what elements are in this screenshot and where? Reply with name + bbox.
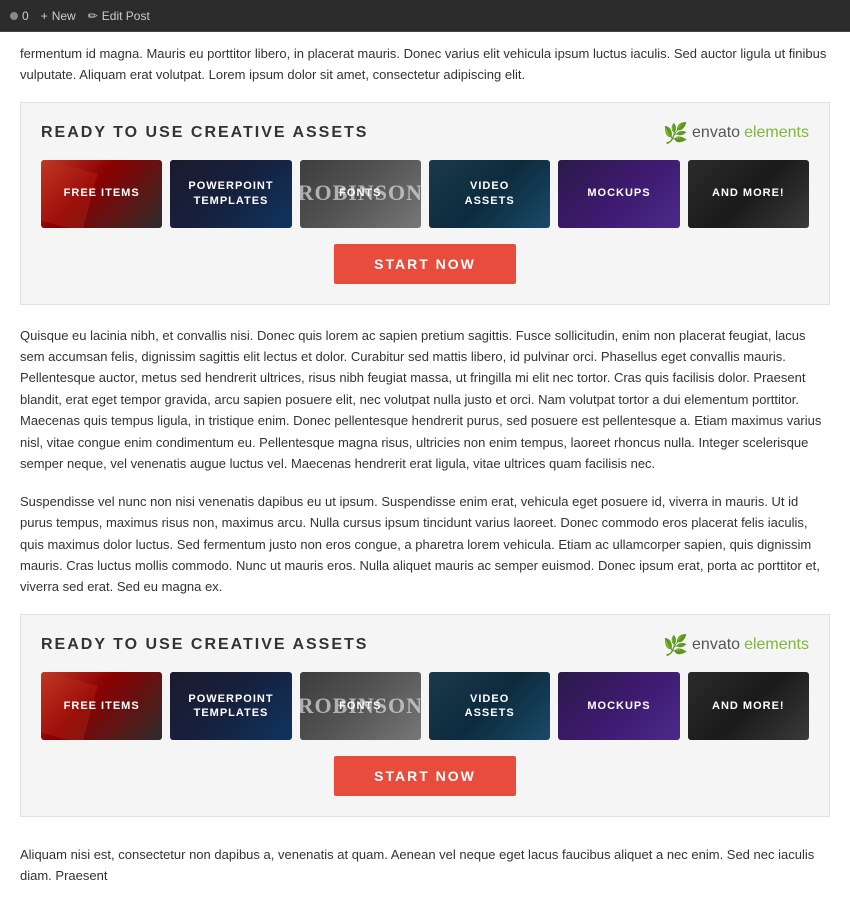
body-paragraph-2: Suspendisse vel nunc non nisi venenatis …: [20, 491, 830, 598]
content-area: fermentum id magna. Mauris eu porttitor …: [0, 32, 850, 906]
elements-text-2: elements: [744, 636, 809, 654]
card-fonts-2[interactable]: Robinson FONTS: [300, 672, 421, 740]
edit-post-button[interactable]: ✏ Edit Post: [88, 9, 150, 23]
elements-text: elements: [744, 124, 809, 142]
block1-title: READY TO USE CREATIVE ASSETS: [41, 124, 368, 142]
card-video-2[interactable]: VIDEOASSETS: [429, 672, 550, 740]
wp-dot: [10, 12, 18, 20]
creative-block-2: READY TO USE CREATIVE ASSETS 🌿 envatoele…: [20, 614, 830, 817]
card-more-1[interactable]: AND MORE!: [688, 160, 809, 228]
card-label-fonts-2: FONTS: [335, 695, 385, 717]
card-label-powerpoint-1: POWERPOINTTEMPLATES: [184, 175, 277, 212]
envato-leaf-icon: 🌿: [663, 121, 688, 146]
card-more-2[interactable]: AND MORE!: [688, 672, 809, 740]
start-now-button-2[interactable]: START NOW: [334, 756, 516, 796]
card-label-free-items-1: FREE ITEMS: [60, 182, 144, 204]
envato-text-2: envato: [692, 636, 740, 654]
card-powerpoint-1[interactable]: POWERPOINTTEMPLATES: [170, 160, 291, 228]
new-button[interactable]: + New: [41, 9, 76, 23]
card-mockups-2[interactable]: MOCKUPS: [558, 672, 679, 740]
new-label: New: [52, 9, 76, 23]
block2-title: READY TO USE CREATIVE ASSETS: [41, 636, 368, 654]
card-label-video-1: VIDEOASSETS: [461, 175, 519, 212]
edit-label: Edit Post: [102, 9, 150, 23]
card-free-items-2[interactable]: FREE ITEMS: [41, 672, 162, 740]
card-label-more-1: AND MORE!: [708, 182, 789, 204]
top-bar: 0 + New ✏ Edit Post: [0, 0, 850, 32]
card-label-powerpoint-2: POWERPOINTTEMPLATES: [184, 688, 277, 725]
intro-paragraph: fermentum id magna. Mauris eu porttitor …: [20, 32, 830, 102]
body-paragraph-1: Quisque eu lacinia nibh, et convallis ni…: [20, 325, 830, 475]
start-now-wrap-1: START NOW: [41, 244, 809, 284]
envato-logo-2: 🌿 envatoelements: [663, 633, 809, 658]
card-label-mockups-1: MOCKUPS: [583, 182, 654, 204]
card-label-free-items-2: FREE ITEMS: [60, 695, 144, 717]
card-powerpoint-2[interactable]: POWERPOINTTEMPLATES: [170, 672, 291, 740]
pencil-icon: ✏: [88, 9, 98, 23]
cards-row-1: FREE ITEMS POWERPOINTTEMPLATES Robinson …: [41, 160, 809, 228]
start-now-wrap-2: START NOW: [41, 756, 809, 796]
card-label-fonts-1: FONTS: [335, 182, 385, 204]
card-fonts-1[interactable]: Robinson FONTS: [300, 160, 421, 228]
footer-paragraph: Aliquam nisi est, consectetur non dapibu…: [20, 837, 830, 887]
start-now-button-1[interactable]: START NOW: [334, 244, 516, 284]
card-free-items-1[interactable]: FREE ITEMS: [41, 160, 162, 228]
envato-text: envato: [692, 124, 740, 142]
plus-icon: +: [41, 9, 48, 23]
envato-logo-1: 🌿 envatoelements: [663, 121, 809, 146]
counter-label: 0: [22, 9, 29, 23]
card-mockups-1[interactable]: MOCKUPS: [558, 160, 679, 228]
card-label-video-2: VIDEOASSETS: [461, 688, 519, 725]
wp-icon-item: 0: [10, 9, 29, 23]
creative-block-1: READY TO USE CREATIVE ASSETS 🌿 envatoele…: [20, 102, 830, 305]
card-label-mockups-2: MOCKUPS: [583, 695, 654, 717]
card-video-1[interactable]: VIDEOASSETS: [429, 160, 550, 228]
envato-leaf-icon-2: 🌿: [663, 633, 688, 658]
cards-row-2: FREE ITEMS POWERPOINTTEMPLATES Robinson …: [41, 672, 809, 740]
card-label-more-2: AND MORE!: [708, 695, 789, 717]
creative-header-1: READY TO USE CREATIVE ASSETS 🌿 envatoele…: [41, 121, 809, 146]
creative-header-2: READY TO USE CREATIVE ASSETS 🌿 envatoele…: [41, 633, 809, 658]
